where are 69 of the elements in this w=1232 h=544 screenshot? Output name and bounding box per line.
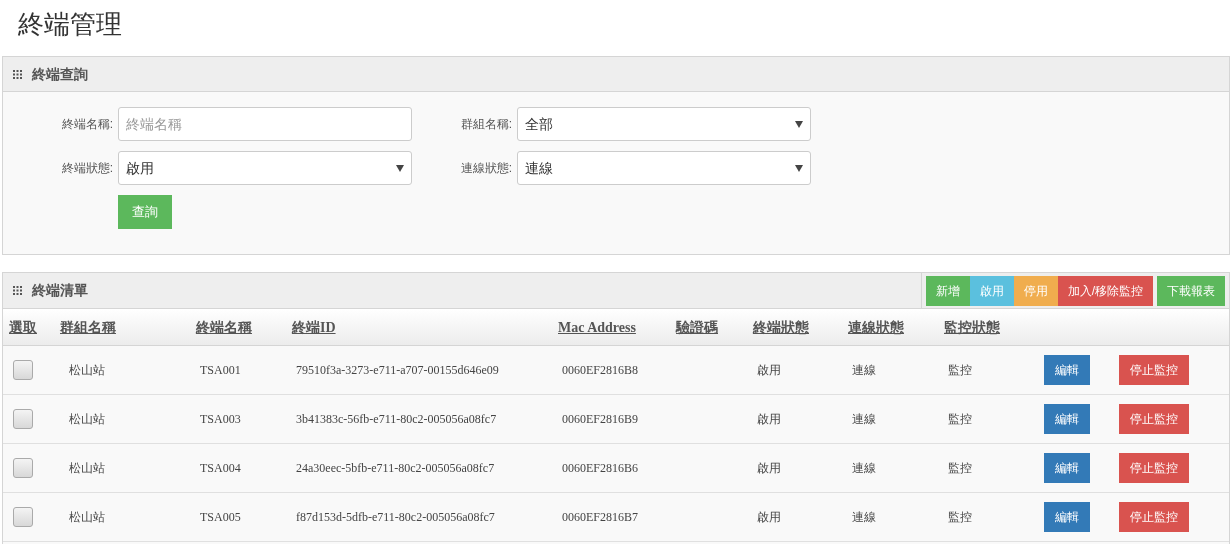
column-header[interactable]: 連線狀態 xyxy=(848,316,944,338)
column-header[interactable]: 選取 xyxy=(3,316,60,338)
table-cell-text: 3b41383c-56fb-e711-80c2-005056a08fc7 xyxy=(295,411,498,428)
panel-title: 終端查詢 xyxy=(32,64,88,84)
table-cell-text: 監控 xyxy=(947,411,973,428)
dropdown[interactable]: 連線 xyxy=(517,151,811,185)
grid-icon xyxy=(13,69,22,79)
row-checkbox[interactable] xyxy=(13,507,33,527)
field-label: 終端狀態: xyxy=(60,160,114,177)
table-cell-text: TSA003 xyxy=(199,411,242,428)
field-label: 終端名稱: xyxy=(60,116,114,133)
table-cell-text: TSA005 xyxy=(199,509,242,526)
table-cell-text: TSA004 xyxy=(199,460,242,477)
table-cell-text: 松山站 xyxy=(68,411,106,428)
field-label: 連線狀態: xyxy=(459,160,513,177)
action-button[interactable]: 加入/移除監控 xyxy=(1057,275,1153,306)
table-cell-text: 79510f3a-3273-e711-a707-00155d646e09 xyxy=(295,362,500,379)
table-cell-text: 連線 xyxy=(851,411,877,428)
caret-icon xyxy=(795,120,803,128)
row-checkbox[interactable] xyxy=(13,360,33,380)
caret-icon xyxy=(396,164,404,172)
caret-icon xyxy=(795,164,803,172)
table-cell-text: TSA001 xyxy=(199,362,242,379)
column-header[interactable]: 驗證碼 xyxy=(676,316,753,338)
table-cell-text: 0060EF2816B6 xyxy=(561,460,639,477)
stop-monitor-button[interactable]: 停止監控 xyxy=(1119,502,1189,532)
table-cell-text: 松山站 xyxy=(68,362,106,379)
table-cell-text: 松山站 xyxy=(68,509,106,526)
panel-title: 終端清單 xyxy=(32,281,88,300)
table-cell-text: 24a30eec-5bfb-e711-80c2-005056a08fc7 xyxy=(295,460,496,477)
table-cell-text: 啟用 xyxy=(756,460,782,477)
column-header[interactable]: Mac Address xyxy=(558,316,676,338)
table-cell-text: 監控 xyxy=(947,460,973,477)
action-button[interactable]: 下載報表 xyxy=(1157,275,1225,306)
stop-monitor-button[interactable]: 停止監控 xyxy=(1119,355,1189,385)
table-cell-text: 松山站 xyxy=(68,460,106,477)
field-label: 群組名稱: xyxy=(459,116,513,133)
table-cell-text: 連線 xyxy=(851,362,877,379)
table-cell-text: 0060EF2816B7 xyxy=(561,509,639,526)
edit-button[interactable]: 編輯 xyxy=(1044,404,1090,434)
column-header[interactable]: 終端狀態 xyxy=(753,316,848,338)
table-cell-text: 監控 xyxy=(947,509,973,526)
table-cell-text: 0060EF2816B8 xyxy=(561,362,639,379)
stop-monitor-button[interactable]: 停止監控 xyxy=(1119,404,1189,434)
column-header[interactable]: 終端名稱 xyxy=(196,316,292,338)
stop-monitor-button[interactable]: 停止監控 xyxy=(1119,453,1189,483)
table-cell-text: 啟用 xyxy=(756,362,782,379)
column-header[interactable]: 終端ID xyxy=(292,316,558,338)
table-cell-text: 監控 xyxy=(947,362,973,379)
dropdown[interactable]: 全部 xyxy=(517,107,811,141)
table-cell-text: 啟用 xyxy=(756,509,782,526)
column-header[interactable]: 監控狀態 xyxy=(944,316,1044,338)
table-cell-text: 連線 xyxy=(851,509,877,526)
search-button[interactable]: 查詢 xyxy=(118,195,172,229)
table-cell-text: 啟用 xyxy=(756,411,782,428)
page-title: 終端管理 xyxy=(17,8,123,41)
name-input[interactable]: 終端名稱 xyxy=(118,107,412,141)
action-button[interactable]: 新增 xyxy=(925,275,970,306)
table-cell-text: 0060EF2816B9 xyxy=(561,411,639,428)
edit-button[interactable]: 編輯 xyxy=(1044,355,1090,385)
row-checkbox[interactable] xyxy=(13,458,33,478)
row-checkbox[interactable] xyxy=(13,409,33,429)
grid-icon xyxy=(13,286,22,295)
dropdown[interactable]: 啟用 xyxy=(118,151,412,185)
edit-button[interactable]: 編輯 xyxy=(1044,453,1090,483)
table-cell-text: f87d153d-5dfb-e711-80c2-005056a08fc7 xyxy=(295,509,496,526)
column-header[interactable]: 群組名稱 xyxy=(60,316,196,338)
table-cell-text: 連線 xyxy=(851,460,877,477)
edit-button[interactable]: 編輯 xyxy=(1044,502,1090,532)
